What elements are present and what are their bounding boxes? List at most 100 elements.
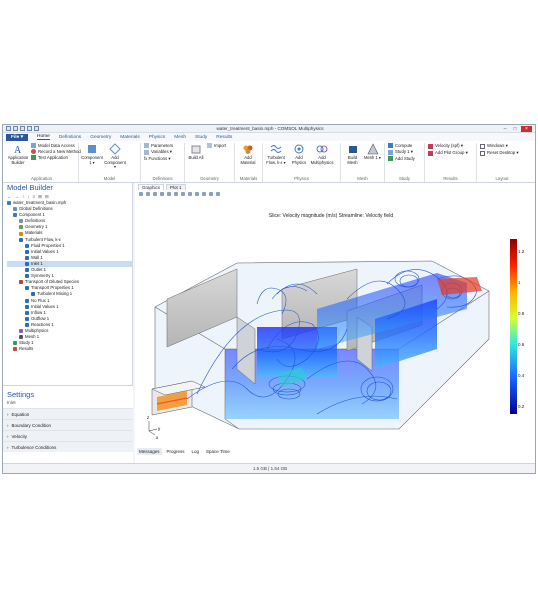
tab-home[interactable]: Home: [37, 134, 50, 140]
filter-icon[interactable]: ≡: [33, 194, 36, 199]
parameters-button[interactable]: Parameters: [144, 143, 173, 148]
section-equation[interactable]: › Equation: [3, 408, 133, 419]
study1-button[interactable]: Study 1 ▾: [388, 149, 415, 155]
tab-results[interactable]: Results: [216, 135, 232, 140]
add-material-button[interactable]: Add Material: [238, 143, 258, 165]
open-icon[interactable]: [20, 126, 25, 131]
redo-icon[interactable]: [34, 126, 39, 131]
tree-node-icon: [19, 225, 23, 230]
component-label: Component 1 ▾: [81, 155, 103, 165]
close-button[interactable]: ×: [521, 125, 532, 132]
view-yz-icon[interactable]: [174, 192, 178, 196]
velocity-plot-button[interactable]: Velocity (spf) ▾: [428, 143, 468, 149]
group-label: Application: [30, 176, 53, 181]
lock-icon[interactable]: [202, 192, 206, 196]
add-component-button[interactable]: Add Component ▾: [104, 143, 126, 170]
tab-plot1[interactable]: Plot 1: [166, 184, 186, 190]
tree-node-icon: [25, 316, 29, 321]
colorbar-label: 0.8: [518, 311, 525, 316]
tab-definitions[interactable]: Definitions: [59, 135, 81, 140]
down-icon[interactable]: ↓: [27, 194, 29, 199]
comsol-window: water_treatment_basin.mph - COMSOL Multi…: [2, 124, 536, 474]
section-velocity[interactable]: › Velocity: [3, 430, 133, 441]
colorbar: 1.2 1 0.8 0.6 0.4 0.2: [510, 239, 524, 416]
section-boundary-condition[interactable]: › Boundary Condition: [3, 419, 133, 430]
tree-node-icon: [19, 335, 23, 340]
status-bar: 1.5 GB | 1.54 GB: [3, 463, 535, 473]
add-plot-icon: [428, 150, 433, 156]
add-multiphysics-button[interactable]: Add Multiphysics: [311, 143, 333, 165]
turbulent-flow-button[interactable]: Turbulent Flow, k-ε ▾: [266, 143, 286, 165]
colorbar-label: 0.4: [518, 373, 525, 378]
add-physics-button[interactable]: Add Physics: [289, 143, 309, 165]
zoom-in-icon[interactable]: [139, 192, 143, 196]
tab-messages[interactable]: Messages: [137, 448, 162, 455]
build-all-button[interactable]: Build All: [188, 143, 204, 161]
compute-button[interactable]: Compute: [388, 143, 415, 148]
play-icon: [31, 155, 36, 160]
component-button[interactable]: Component 1 ▾: [81, 143, 103, 165]
undo-icon[interactable]: [27, 126, 32, 131]
collapse-icon[interactable]: ⊟: [45, 194, 49, 200]
test-application-button[interactable]: Test Application: [31, 155, 81, 160]
forward-icon[interactable]: →: [15, 194, 20, 199]
plot-icon: [428, 143, 433, 149]
back-icon[interactable]: ←: [7, 194, 12, 199]
camera-icon[interactable]: [209, 192, 213, 196]
section-turbulence-conditions[interactable]: › Turbulence Conditions: [3, 441, 133, 452]
tab-geometry[interactable]: Geometry: [90, 135, 111, 140]
zoom-box-icon[interactable]: [153, 192, 157, 196]
view-3d-icon[interactable]: [188, 192, 192, 196]
functions-button[interactable]: fx Functions ▾: [144, 156, 173, 162]
reset-desktop-button[interactable]: Reset Desktop ▾: [480, 150, 519, 156]
graphics-toolbar: [135, 190, 535, 198]
add-plot-group-button[interactable]: Add Plot Group ▾: [428, 150, 468, 156]
maximize-button[interactable]: □: [511, 126, 519, 132]
tree-node-icon: [19, 231, 23, 236]
tab-materials[interactable]: Materials: [120, 135, 139, 140]
tab-study[interactable]: Study: [195, 135, 207, 140]
compute-icon: [388, 143, 393, 148]
quick-access-icon[interactable]: [6, 126, 11, 131]
zoom-extents-icon[interactable]: [160, 192, 164, 196]
tab-file[interactable]: File ▾: [6, 133, 29, 141]
application-builder-button[interactable]: A Application Builder: [8, 143, 29, 165]
mesh1-button[interactable]: Mesh 1 ▾: [364, 143, 381, 161]
zoom-out-icon[interactable]: [146, 192, 150, 196]
view-xy-icon[interactable]: [167, 192, 171, 196]
transparency-icon[interactable]: [195, 192, 199, 196]
expand-arrow-icon: ›: [7, 444, 9, 450]
group-physics: Turbulent Flow, k-ε ▾ Add Physics Add Mu…: [263, 143, 341, 182]
add-study-button[interactable]: Add Study: [388, 156, 415, 161]
tree-node-icon: [25, 274, 29, 279]
view-zx-icon[interactable]: [181, 192, 185, 196]
tab-space-time[interactable]: Space Time: [204, 448, 232, 455]
tab-mesh[interactable]: Mesh: [174, 135, 186, 140]
variables-button[interactable]: Variables ▾: [144, 149, 173, 155]
tree-node-icon: [25, 243, 29, 248]
expand-icon[interactable]: ⊞: [38, 194, 42, 200]
save-icon[interactable]: [13, 126, 18, 131]
minimize-button[interactable]: –: [501, 126, 509, 132]
build-mesh-button[interactable]: Build Mesh: [344, 143, 361, 165]
tree-node[interactable]: Results: [7, 346, 132, 352]
up-icon[interactable]: ↑: [22, 194, 24, 199]
model-data-access-button[interactable]: Model Data Access: [31, 143, 81, 148]
group-label: Physics: [294, 176, 309, 181]
model-tree: water_treatment_basin.mph Global Definiti…: [3, 200, 132, 352]
build-mesh-label: Build Mesh: [347, 155, 358, 165]
tab-physics[interactable]: Physics: [149, 135, 166, 140]
tab-log[interactable]: Log: [190, 448, 202, 455]
axis-triad: z y x: [147, 415, 161, 440]
graphics-canvas[interactable]: Slice: Velocity magnitude (m/s) Streamli…: [137, 199, 525, 444]
windows-button[interactable]: Windows ▾: [480, 143, 519, 149]
record-method-button[interactable]: Record a New Method: [31, 149, 81, 154]
windows-icon: [480, 143, 485, 149]
tab-progress[interactable]: Progress: [165, 448, 187, 455]
section-label: Boundary Condition: [11, 422, 52, 428]
print-icon[interactable]: [216, 192, 220, 196]
import-button[interactable]: Import: [207, 143, 226, 148]
group-label: Geometry: [200, 176, 219, 181]
tab-graphics[interactable]: Graphics: [138, 184, 165, 190]
import-icon: [207, 143, 212, 148]
